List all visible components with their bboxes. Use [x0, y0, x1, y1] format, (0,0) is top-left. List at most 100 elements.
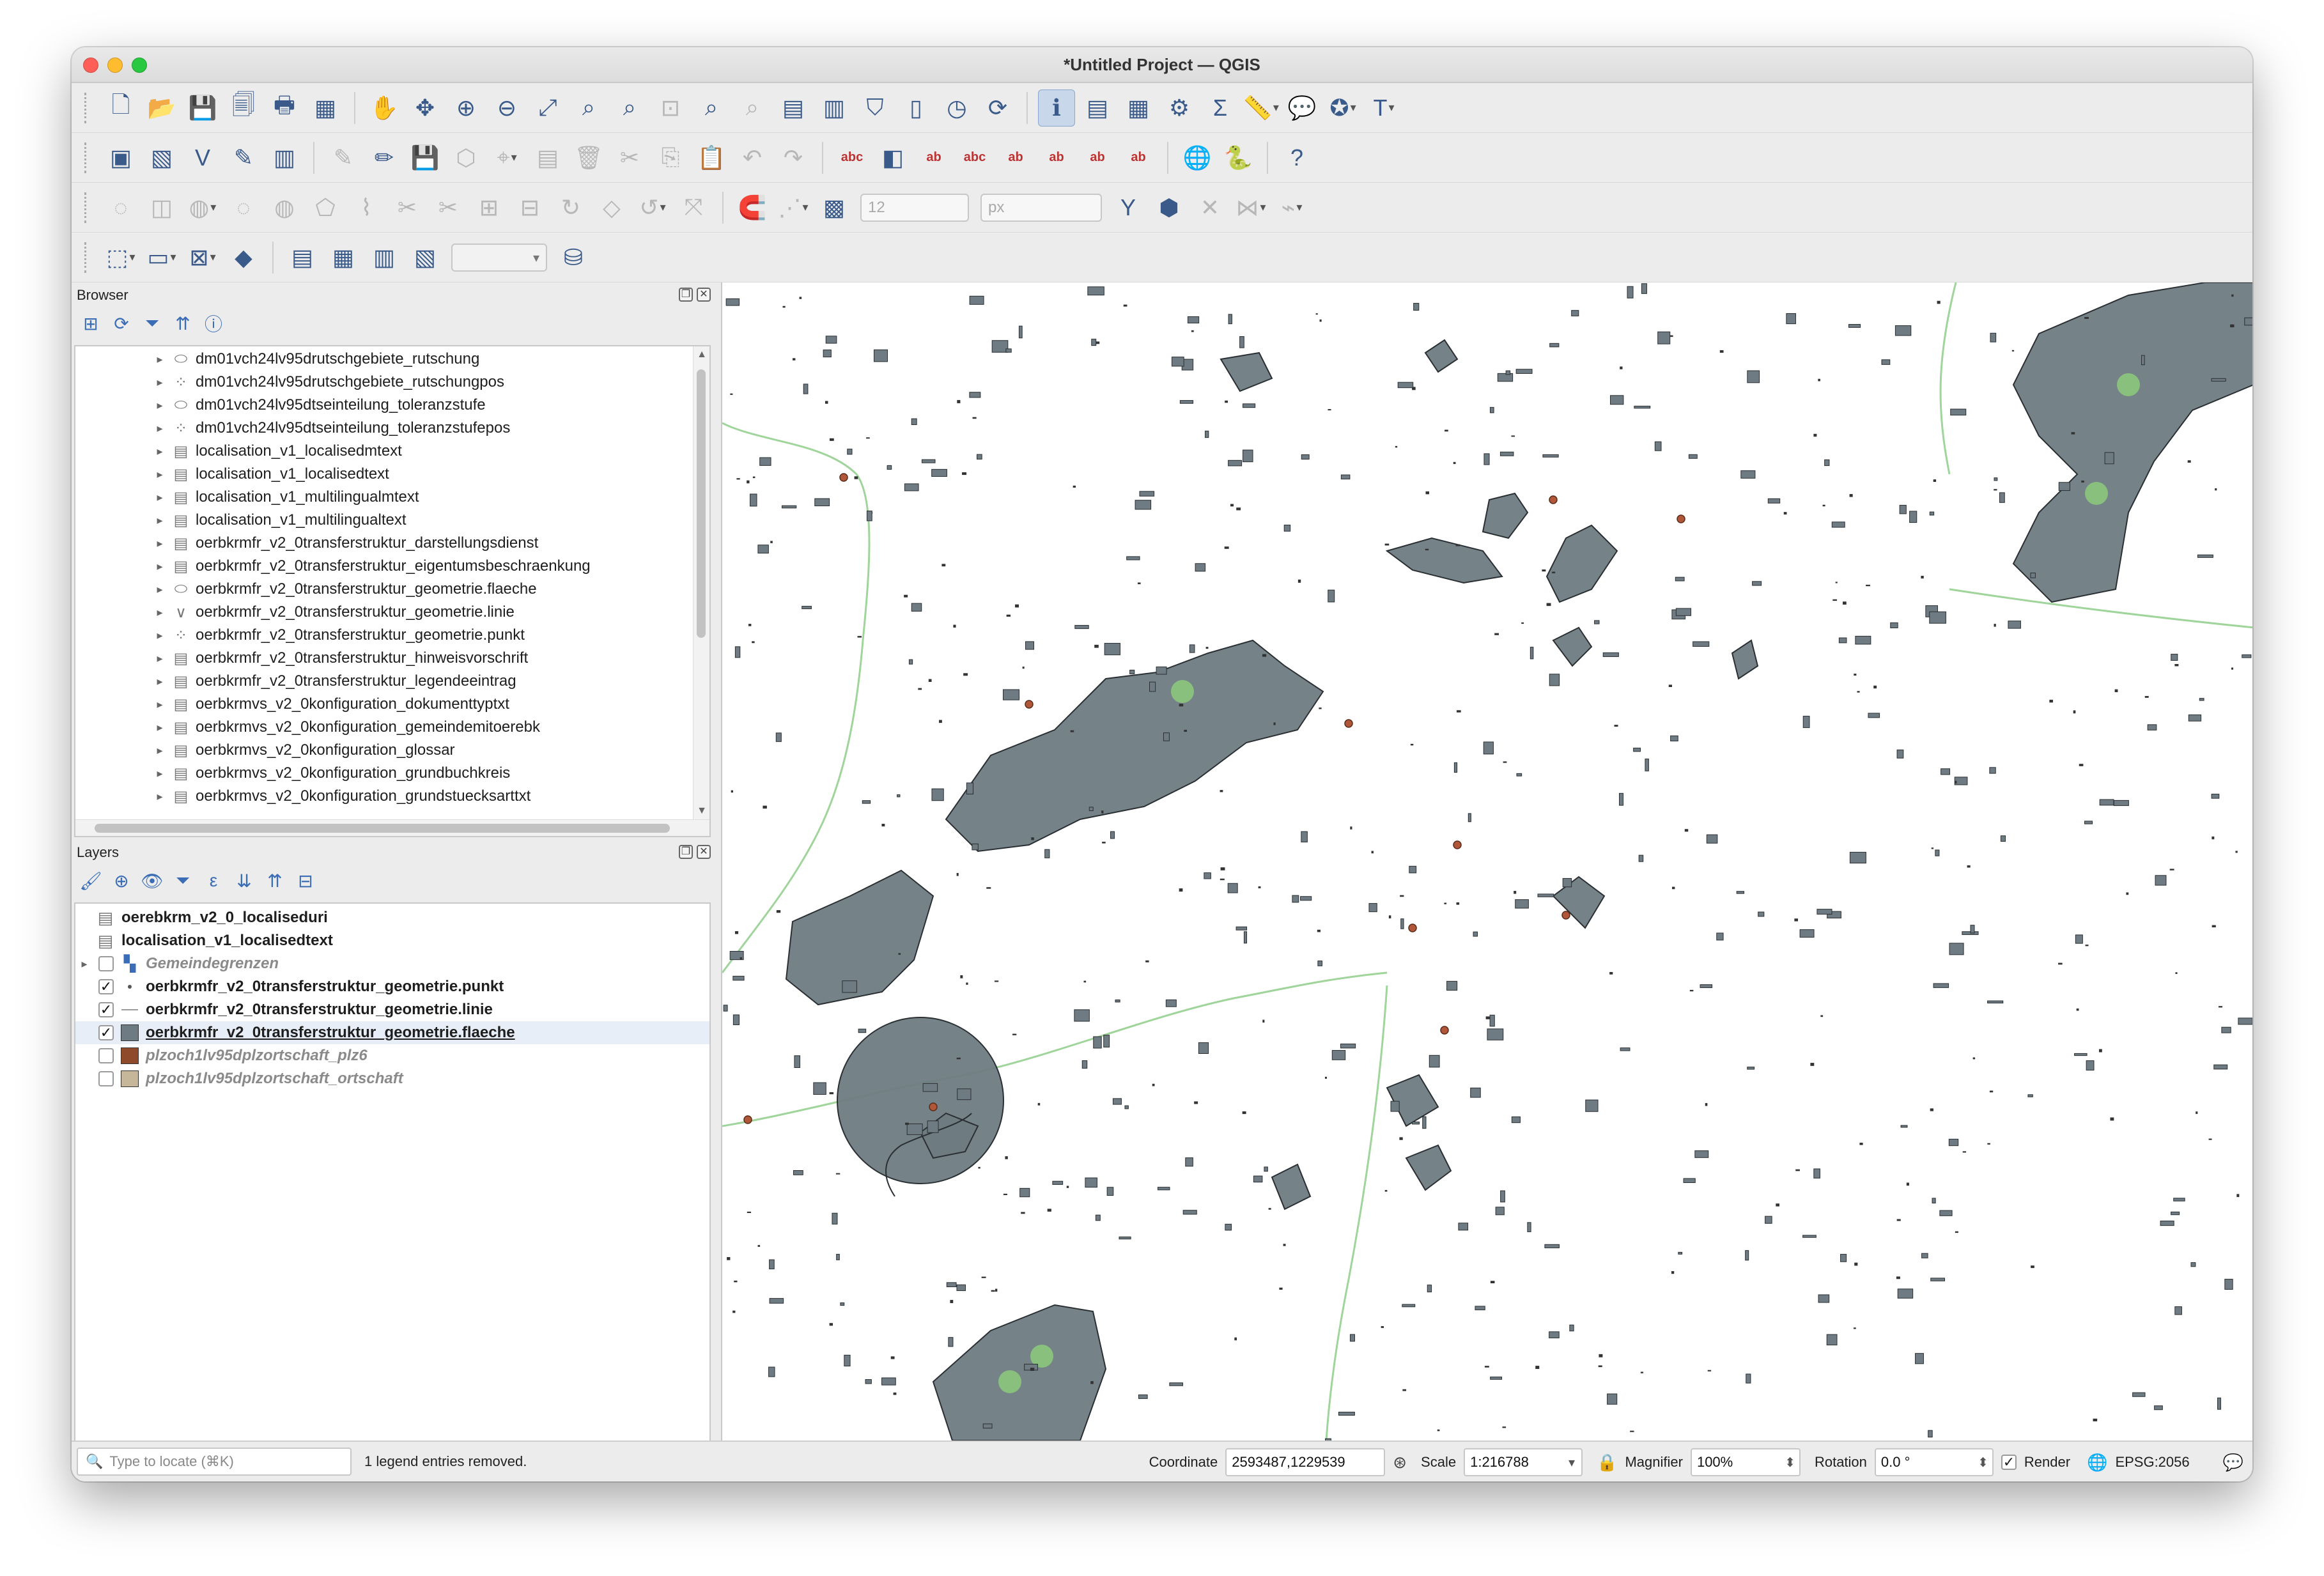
messages-icon[interactable]: 💬 — [2223, 1453, 2243, 1472]
layer-visibility-checkbox[interactable]: ✓ — [98, 1025, 114, 1040]
expand-arrow-icon[interactable]: ▸ — [75, 957, 93, 971]
expand-arrow-icon[interactable]: ▸ — [152, 675, 167, 688]
data-source-manager-icon[interactable]: ▣ — [102, 139, 139, 176]
field-calculator-icon[interactable]: ▦ — [1120, 89, 1157, 127]
merge-features-icon[interactable]: ⊞ — [470, 189, 507, 226]
db-stack-icon[interactable]: ⛁ — [555, 239, 592, 276]
hscroll-thumb[interactable] — [95, 824, 670, 833]
help-icon[interactable]: ? — [1278, 139, 1315, 176]
expand-arrow-icon[interactable]: ▸ — [152, 422, 167, 435]
browser-item[interactable]: ▸ ▤ oerbkrmvs_v2_0konfiguration_grundbuc… — [75, 762, 709, 785]
vertex-tool-icon[interactable]: ⌖ — [488, 139, 525, 176]
toolbar-grip[interactable] — [84, 92, 89, 123]
layer-item[interactable]: plzoch1lv95dplzortschaft_ortschaft — [75, 1067, 709, 1090]
float-panel-icon[interactable]: ❐ — [679, 845, 693, 859]
expand-arrow-icon[interactable]: ▸ — [152, 491, 167, 504]
browser-item[interactable]: ▸ ▤ oerbkrmfr_v2_0transferstruktur_eigen… — [75, 555, 709, 578]
browser-tree[interactable]: ▸ ⬭ dm01vch24lv95drutschgebiete_rutschun… — [74, 345, 711, 837]
save-edits-icon[interactable]: 💾 — [407, 139, 444, 176]
show-bookmarks-icon[interactable]: ▥ — [816, 89, 853, 127]
expand-arrow-icon[interactable]: ▸ — [152, 376, 167, 389]
merge-attributes-icon[interactable]: ⊟ — [511, 189, 548, 226]
redo-icon[interactable]: ↷ — [775, 139, 812, 176]
delete-part-icon[interactable]: ◍ — [266, 189, 303, 226]
deselect-icon[interactable]: ▭ — [143, 239, 180, 276]
scale-combo[interactable]: 1:216788 — [1464, 1448, 1583, 1476]
expand-arrow-icon[interactable]: ▸ — [152, 744, 167, 757]
browser-vertical-scrollbar[interactable]: ▲ ▼ — [693, 346, 709, 836]
new-virtual-layer-icon[interactable]: ▥ — [266, 139, 303, 176]
crs-label[interactable]: EPSG:2056 — [2115, 1454, 2189, 1471]
style-panel-icon[interactable]: 🖌 — [78, 868, 104, 893]
layers-tree[interactable]: ▤ oerebkrm_v2_0_localiseduri ▤ localisation… — [74, 902, 711, 1446]
temporal-icon[interactable]: ⛉ — [856, 89, 894, 127]
expand-arrow-icon[interactable]: ▸ — [152, 399, 167, 412]
browser-item[interactable]: ▸ ▤ localisation_v1_multilingualtext — [75, 509, 709, 532]
text-annotation-icon[interactable]: T — [1365, 89, 1402, 127]
expand-arrow-icon[interactable]: ▸ — [152, 790, 167, 803]
pan-icon[interactable]: ✋ — [366, 89, 403, 127]
snapping-tolerance-input[interactable]: 12 — [860, 193, 969, 222]
label-highlight-icon[interactable]: abc — [956, 139, 993, 176]
layer-item[interactable]: ▤ oerebkrm_v2_0_localiseduri — [75, 906, 709, 929]
browser-item[interactable]: ▸ ▤ oerbkrmvs_v2_0konfiguration_glossar — [75, 739, 709, 762]
rotate-point-symbols-icon[interactable]: ↻ — [552, 189, 589, 226]
label-show-hide-icon[interactable]: ab — [997, 139, 1034, 176]
digitize-icon[interactable]: ✎ — [325, 139, 362, 176]
zoom-native-icon[interactable]: ⊡ — [652, 89, 689, 127]
processing-toolbox-icon[interactable]: ⚙ — [1161, 89, 1198, 127]
label-tool-icon[interactable]: abc — [833, 139, 871, 176]
render-checkbox[interactable]: ✓ — [2001, 1455, 2017, 1470]
copy-icon[interactable]: ⎘ — [652, 139, 689, 176]
snapping-magnet-icon[interactable]: 🧲 — [734, 189, 771, 226]
snapping-type-icon[interactable]: ⋰ — [775, 189, 812, 226]
zoom-out-icon[interactable]: ⊖ — [488, 89, 525, 127]
properties-icon[interactable]: ⓘ — [201, 311, 226, 336]
snapping-grid-icon[interactable]: ▩ — [816, 189, 853, 226]
zoom-last-icon[interactable]: ⌕ — [693, 89, 730, 127]
pan-to-selection-icon[interactable]: ✥ — [407, 89, 444, 127]
label-move-icon[interactable]: ab — [1038, 139, 1075, 176]
offset-curve-icon[interactable]: ⌇ — [348, 189, 385, 226]
expand-arrow-icon[interactable]: ▸ — [152, 353, 167, 366]
split-features-icon[interactable]: ✂ — [389, 189, 426, 226]
expand-arrow-icon[interactable]: ▸ — [152, 629, 167, 642]
lock-scale-icon[interactable]: 🔒 — [1597, 1453, 1617, 1472]
map-canvas[interactable] — [721, 282, 2252, 1441]
browser-item[interactable]: ▸ ▤ localisation_v1_localisedmtext — [75, 440, 709, 463]
scale-feature-icon[interactable]: ⤧ — [675, 189, 712, 226]
delete-ring-icon[interactable]: ◌ — [225, 189, 262, 226]
tile-scale-icon[interactable]: ▯ — [897, 89, 934, 127]
scroll-thumb[interactable] — [697, 369, 706, 638]
time-controller-icon[interactable]: ◷ — [938, 89, 975, 127]
new-geopackage-icon[interactable]: ▧ — [143, 139, 180, 176]
toggle-extents-icon[interactable]: ⊛ — [1393, 1453, 1407, 1472]
browser-item[interactable]: ▸ ⁘ dm01vch24lv95dtseinteilung_toleranzs… — [75, 417, 709, 440]
scroll-up-icon[interactable]: ▲ — [693, 349, 709, 360]
manage-visibility-icon[interactable]: 👁 — [139, 868, 165, 893]
browser-item[interactable]: ▸ ∨ oerbkrmfr_v2_0transferstruktur_geome… — [75, 601, 709, 624]
new-temporary-layer-icon[interactable]: ✎ — [225, 139, 262, 176]
expand-arrow-icon[interactable]: ▸ — [152, 514, 167, 527]
browser-item[interactable]: ▸ ▤ oerbkrmvs_v2_0konfiguration_grundstu… — [75, 785, 709, 808]
browser-item[interactable]: ▸ ⬭ dm01vch24lv95dtseinteilung_toleranzs… — [75, 394, 709, 417]
float-panel-icon[interactable]: ❐ — [679, 288, 693, 302]
annotation-icon[interactable]: ✪ — [1324, 89, 1361, 127]
crs-globe-icon[interactable]: 🌐 — [2087, 1453, 2107, 1472]
select-features-icon[interactable]: ⬚ — [102, 239, 139, 276]
select-by-expression-icon[interactable]: ⊠ — [184, 239, 221, 276]
expand-arrow-icon[interactable]: ▸ — [152, 583, 167, 596]
browser-item[interactable]: ▸ ▤ localisation_v1_localisedtext — [75, 463, 709, 486]
new-bookmark-icon[interactable]: ▤ — [775, 89, 812, 127]
expand-all-icon[interactable]: ⇊ — [231, 868, 257, 893]
collapse-all-icon[interactable]: ⇈ — [170, 311, 196, 336]
split-parts-icon[interactable]: ✂ — [430, 189, 467, 226]
layer-item[interactable]: plzoch1lv95dplzortschaft_plz6 — [75, 1044, 709, 1067]
print-layout-icon[interactable]: 🖶 — [266, 89, 303, 127]
expand-arrow-icon[interactable]: ▸ — [152, 445, 167, 458]
browser-item[interactable]: ▸ ▤ oerbkrmfr_v2_0transferstruktur_legen… — [75, 670, 709, 693]
toolbar-grip[interactable] — [84, 242, 89, 273]
refresh-browser-icon[interactable]: ⟳ — [109, 311, 134, 336]
refresh-icon[interactable]: ⟳ — [979, 89, 1016, 127]
browser-item[interactable]: ▸ ▤ oerbkrmvs_v2_0konfiguration_gemeinde… — [75, 716, 709, 739]
